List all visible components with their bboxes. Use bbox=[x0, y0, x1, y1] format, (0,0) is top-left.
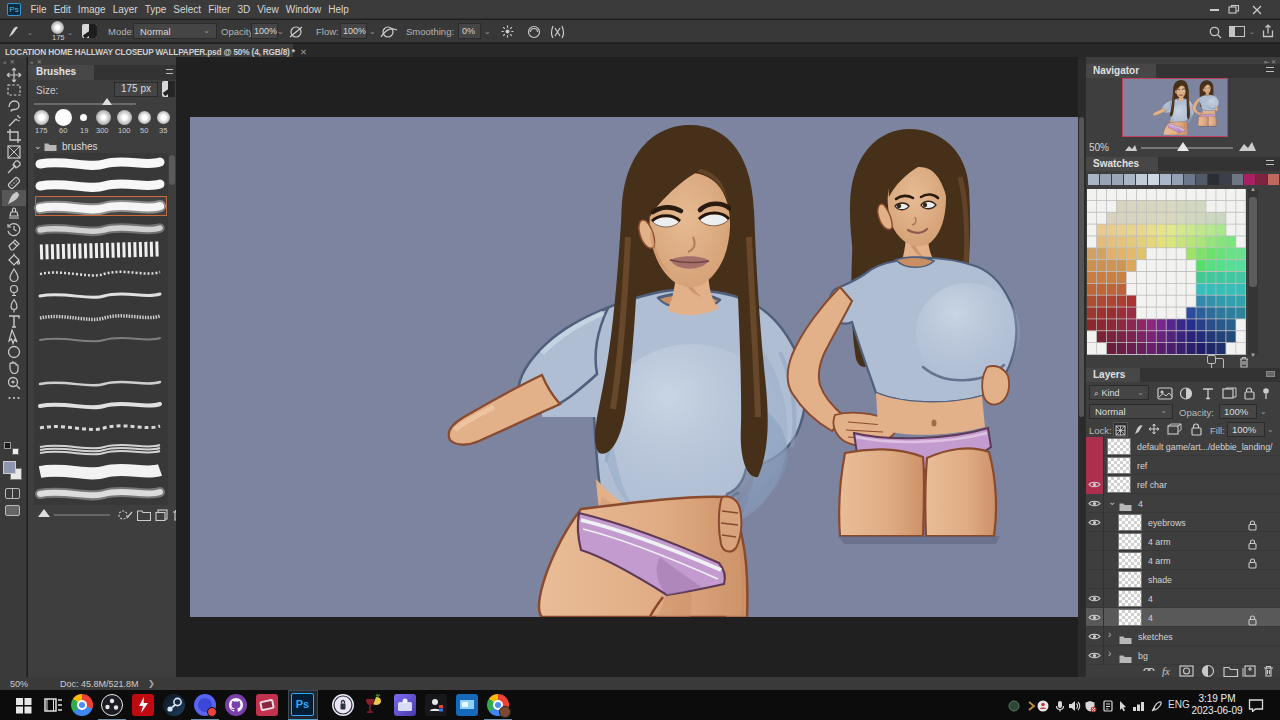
svg-text:fx: fx bbox=[1162, 665, 1170, 677]
